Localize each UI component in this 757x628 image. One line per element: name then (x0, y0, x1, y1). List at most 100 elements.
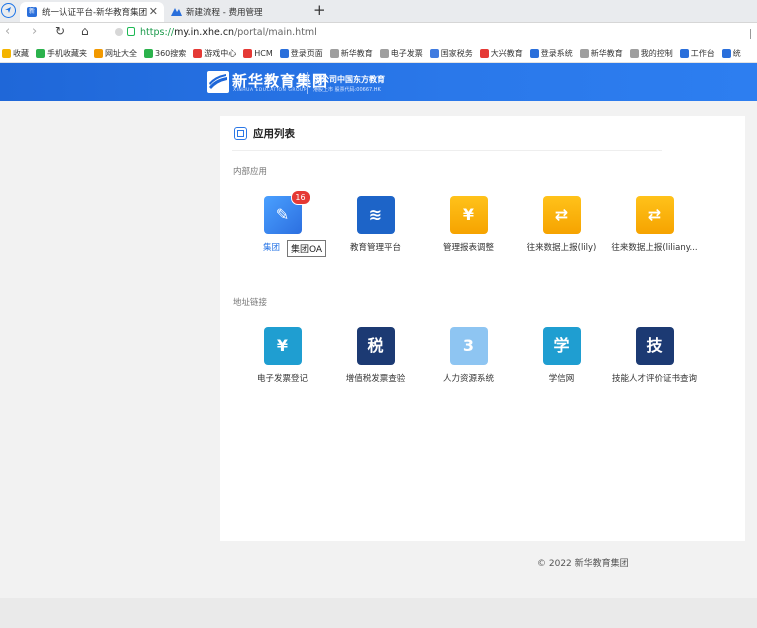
app-list-card: 应用列表 内部应用 ✎ 16 集团 ≋ 教育管理平台 ¥ 管理报表调整 ⇄ 往来数据上报(lil… (220, 116, 745, 541)
bookmark-label: 360搜索 (155, 48, 187, 58)
address-bar-row: ‹ › ↻ ⌂ https://my.in.xhe.cn/portal/main… (0, 23, 757, 44)
bookmark-label: 收藏 (13, 48, 29, 58)
search-icon (144, 48, 153, 58)
app-item[interactable]: 技技能人才评价证书查询 (607, 327, 702, 384)
tab-favicon-icon: 新 (27, 7, 37, 17)
app-name[interactable]: 管理报表调整 (421, 241, 516, 253)
site-info-icon[interactable] (115, 28, 123, 36)
tab-inactive[interactable]: 新建流程 - 费用管理 (165, 2, 305, 22)
edu-platform-icon[interactable]: ≋ (356, 196, 395, 234)
bookmark-item[interactable]: 国家税务 (429, 48, 473, 59)
xinhua-logo-icon (207, 71, 229, 93)
login-icon (529, 48, 539, 58)
invoice-icon[interactable]: ¥ (263, 327, 302, 365)
bookmark-item[interactable]: 大兴教育 (479, 48, 523, 59)
phone-icon (36, 48, 45, 58)
app-item[interactable]: ⇄ 往来数据上报(liliany... (607, 196, 702, 253)
app-item[interactable]: ⇄ 往来数据上报(lily) (514, 196, 609, 253)
page-icon (279, 48, 289, 58)
bookmark-label: 登录系统 (540, 48, 573, 58)
bookmark-item[interactable]: 手机收藏夹 (36, 48, 87, 59)
bookmark-item[interactable]: 网址大全 (94, 48, 137, 59)
desk-icon (679, 48, 689, 58)
bookmark-item[interactable]: 新华教育 (329, 48, 373, 59)
bookmark-label: 手机收藏夹 (47, 48, 87, 58)
bookmark-item[interactable]: HCM (243, 48, 273, 58)
app-glyph: 税 (367, 336, 384, 355)
cube-icon (234, 127, 247, 140)
app-glyph: ¥ (462, 205, 475, 224)
bookmark-label: 网址大全 (105, 48, 137, 58)
yen-transfer-icon[interactable]: ⇄ (542, 196, 581, 234)
url-path: /portal/main.html (234, 27, 317, 38)
home-icon[interactable]: ⌂ (81, 24, 89, 38)
doc-icon (721, 48, 731, 58)
bookmark-label: 游戏中心 (204, 48, 237, 58)
bookmark-item[interactable]: 我的控制 (629, 48, 673, 59)
app-item[interactable]: ≋ 教育管理平台 (328, 196, 423, 253)
app-item[interactable]: 3 人力资源系统 (421, 327, 516, 384)
doc-icon (579, 48, 589, 58)
footer-copyright: © 2022 新华教育集团 (537, 559, 629, 569)
bookmark-item[interactable]: 登录系统 (529, 48, 573, 59)
bookmark-label: 新华教育 (590, 48, 623, 58)
app-name[interactable]: 往来数据上报(liliany... (607, 241, 702, 253)
app-item[interactable]: ¥ 管理报表调整 (421, 196, 516, 253)
url-scheme: https:// (140, 27, 175, 38)
card-header: 应用列表 (234, 126, 295, 141)
bookmark-label: 国家税务 (440, 48, 473, 58)
app-item[interactable]: 学学信网 (514, 327, 609, 384)
forward-arrow-icon[interactable]: › (32, 24, 37, 39)
app-name[interactable]: 增值税发票查验 (328, 372, 423, 384)
yen-transfer-icon[interactable]: ⇄ (635, 196, 674, 234)
new-tab-button[interactable]: + (313, 1, 326, 19)
bookmark-item[interactable]: 统 (721, 48, 741, 59)
hcm-icon (243, 48, 253, 58)
app-name[interactable]: 人力资源系统 (421, 372, 516, 384)
app-item[interactable]: 税增值税发票查验 (328, 327, 423, 384)
edu-icon (479, 48, 489, 58)
bookmark-label: 我的控制 (640, 48, 673, 58)
tooltip: 集团OA (287, 240, 327, 257)
app-glyph: ⇄ (647, 205, 662, 224)
browser-logo-icon[interactable] (1, 3, 16, 18)
bookmark-label: 统 (732, 48, 741, 58)
card-title: 应用列表 (253, 128, 295, 140)
doc-icon (329, 48, 339, 58)
internal-apps-label: 内部应用 (233, 167, 268, 177)
toolbar-edge (750, 29, 755, 39)
oa-icon[interactable]: ✎ 16 (263, 190, 311, 234)
ehr-icon[interactable]: 3 (449, 327, 488, 365)
reload-icon[interactable]: ↻ (55, 24, 65, 38)
star-icon (2, 48, 11, 58)
back-arrow-icon[interactable]: ‹ (5, 24, 10, 39)
yen-report-icon[interactable]: ¥ (449, 196, 488, 234)
osta-icon[interactable]: 技 (635, 327, 674, 365)
app-name[interactable]: 教育管理平台 (328, 241, 423, 253)
doc-icon (379, 48, 389, 58)
logo-subtitle: XINHUA EDUCATION GROUP (233, 88, 308, 93)
bookmark-item[interactable]: 电子发票 (379, 48, 423, 59)
bookmark-item[interactable]: 游戏中心 (193, 48, 236, 59)
bookmarks-bar: 收藏 手机收藏夹 网址大全 360搜索 游戏中心 HCM 登录页面 新华教育 电子发票 国家税务 大… (0, 44, 757, 63)
bookmark-item[interactable]: 360搜索 (144, 48, 186, 59)
bookmark-item[interactable]: 新华教育 (579, 48, 623, 59)
parent-company-sub: 港股上市 股票代码:00667.HK (313, 87, 381, 93)
card-divider (232, 150, 662, 151)
app-item[interactable]: ¥ 电子发票登记 (235, 327, 330, 384)
app-name[interactable]: 技能人才评价证书查询 (607, 372, 702, 384)
url-field[interactable]: https://my.in.xhe.cn/portal/main.html (115, 27, 317, 38)
app-name[interactable]: 电子发票登记 (235, 372, 330, 384)
bookmark-label: 登录页面 (290, 48, 323, 58)
app-name[interactable]: 往来数据上报(lily) (514, 241, 609, 253)
tab-close-icon[interactable]: ✕ (149, 5, 158, 18)
chsi-icon[interactable]: 学 (542, 327, 581, 365)
bookmark-item[interactable]: 工作台 (679, 48, 715, 59)
app-name[interactable]: 学信网 (514, 372, 609, 384)
tab-active[interactable]: 新 统一认证平台-新华教育集团 ✕ (20, 2, 164, 22)
bookmark-item[interactable]: 收藏 (2, 48, 29, 59)
bookmark-item[interactable]: 登录页面 (279, 48, 323, 59)
tax-emblem-icon[interactable]: 税 (356, 327, 395, 365)
app-glyph: ⇄ (554, 205, 569, 224)
parent-company-title: 母公司中国东方教育 (313, 75, 385, 84)
